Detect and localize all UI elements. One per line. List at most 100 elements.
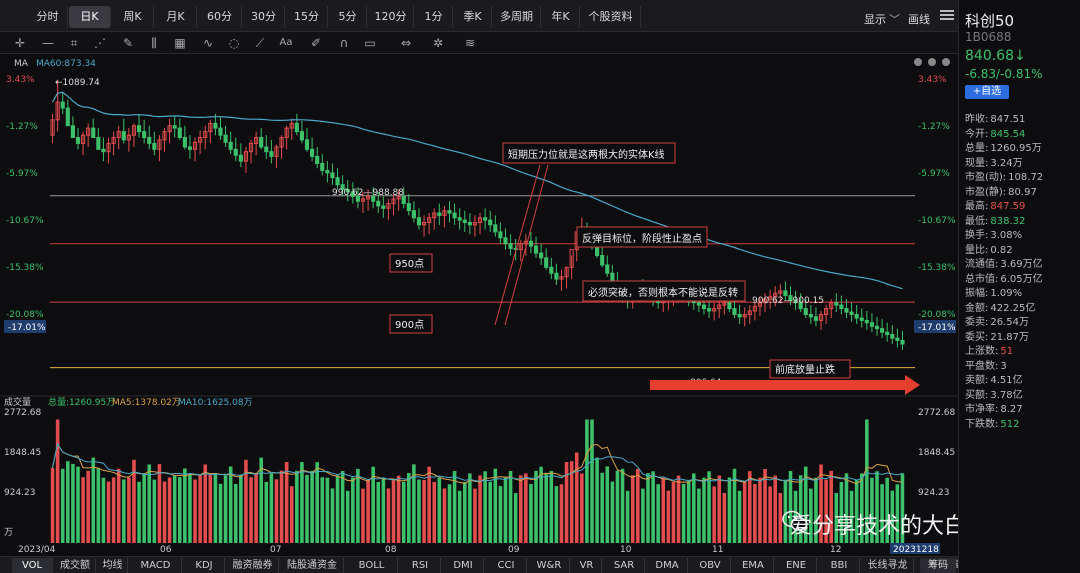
quote-key: 委卖: — [965, 317, 989, 328]
x-tick-label: 10 — [620, 545, 632, 555]
candle-body — [727, 302, 732, 310]
quote-row: 今开: 845.54 — [965, 125, 1025, 140]
period-tab[interactable]: 周K — [112, 6, 154, 28]
indicator-tab[interactable]: W&R — [529, 558, 570, 573]
indicator-tab[interactable]: VR — [572, 558, 602, 573]
quote-row: 下跌数: 512 — [965, 415, 1019, 430]
brush-icon[interactable]: ✎ — [120, 35, 136, 51]
candle-body — [808, 313, 813, 318]
quote-key: 最低: — [965, 215, 989, 227]
volume-bar — [391, 479, 396, 543]
quote-row: 市净率: 8.27 — [965, 400, 1023, 415]
quote-key: 最高: — [965, 201, 989, 212]
indicator-tab[interactable]: 成交额 — [55, 558, 96, 573]
indicator-tab[interactable]: DMI — [443, 558, 484, 573]
period-tab[interactable]: 5分 — [329, 6, 367, 28]
quote-row: 市盈(动): 108.72 — [965, 168, 1043, 183]
volume-bar — [335, 475, 340, 543]
candle-body — [315, 155, 320, 164]
indicator-tab[interactable]: 陆股通资金 — [281, 558, 344, 573]
vol-ma5: MA5:1378.02万 — [112, 398, 181, 408]
candle-body — [803, 308, 808, 315]
gear-icon[interactable]: ✲ — [430, 35, 446, 51]
volume-bar — [361, 488, 365, 543]
candle-body — [467, 221, 472, 226]
menu-icon[interactable] — [940, 8, 954, 22]
add-icon[interactable] — [914, 58, 922, 66]
crosshair-icon[interactable]: ✛ — [12, 35, 28, 51]
volume-bar — [351, 477, 355, 543]
indicator-tab[interactable]: ENE — [776, 558, 817, 573]
period-tab[interactable]: 120分 — [368, 6, 414, 28]
volume-bar — [727, 477, 732, 543]
display-menu[interactable]: 显示 — [864, 11, 886, 27]
candle-body — [335, 177, 340, 186]
close-icon[interactable] — [942, 58, 950, 66]
indicator-tab[interactable]: EMA — [733, 558, 774, 573]
period-tab[interactable]: 月K — [155, 6, 197, 28]
indicator-tab[interactable]: VOL — [12, 558, 53, 573]
period-tab[interactable]: 年K — [542, 6, 580, 28]
quote-key: 现量: — [965, 157, 989, 169]
text-icon[interactable]: Aa — [278, 35, 294, 51]
indicator-tab[interactable]: CCI — [486, 558, 527, 573]
chip-distribution-button[interactable]: 筹码 — [920, 558, 956, 573]
period-tab[interactable]: 30分 — [243, 6, 285, 28]
period-tab[interactable]: 多周期 — [493, 6, 541, 28]
indicator-tab[interactable]: 长线寻龙 — [862, 558, 914, 573]
layers-icon[interactable]: ≋ — [462, 35, 478, 51]
candle-body — [60, 101, 65, 109]
measure-icon[interactable]: ⟋ — [252, 35, 268, 51]
draw-line-button[interactable]: 画线 — [908, 11, 930, 27]
indicator-tab[interactable]: MACD — [130, 558, 182, 573]
grid-icon[interactable]: ▦ — [172, 35, 188, 51]
period-tab[interactable]: 季K — [454, 6, 492, 28]
volume-bar — [295, 470, 299, 543]
indicator-tab[interactable]: BOLL — [346, 558, 398, 573]
period-tab[interactable]: 分时 — [28, 6, 68, 28]
volume-bar — [310, 470, 314, 543]
indicator-tab[interactable]: RSI — [400, 558, 441, 573]
wave-icon[interactable]: ∿ — [200, 35, 216, 51]
candle-body — [121, 131, 126, 141]
swap-icon[interactable]: ⇔ — [398, 35, 414, 51]
quote-key: 量比: — [965, 244, 989, 256]
volume-bar — [193, 479, 197, 543]
indicator-tab[interactable]: DMA — [647, 558, 688, 573]
volume-bar — [407, 473, 411, 543]
period-tab[interactable]: 个股资料 — [581, 6, 641, 28]
pen-icon[interactable]: ✐ — [308, 35, 324, 51]
candle-body — [696, 302, 701, 306]
quote-key: 市盈(静): — [965, 186, 1007, 198]
indicator-tab[interactable]: KDJ — [184, 558, 225, 573]
crop-icon[interactable]: ⌗ — [66, 35, 82, 51]
indicator-tab[interactable]: 均线 — [98, 558, 128, 573]
indicator-tab[interactable]: 融资融券 — [227, 558, 279, 573]
line-icon[interactable]: — — [40, 35, 56, 51]
kline-chart[interactable]: MA MA60:873.343.43% 3.43%-1.27% -1.27%-5.97… — [0, 55, 958, 395]
magnet-icon[interactable]: ∩ — [336, 35, 352, 51]
quote-row: 量比: 0.82 — [965, 241, 1013, 256]
minus-icon[interactable] — [928, 58, 936, 66]
trash-icon[interactable]: ▭ — [362, 35, 378, 51]
period-tab[interactable]: 1分 — [415, 6, 453, 28]
quote-key: 今开: — [965, 128, 989, 140]
add-watchlist-button[interactable]: +自选 — [965, 85, 1009, 99]
bars-icon[interactable]: ⫼ — [146, 35, 162, 51]
chevron-down-icon[interactable]: ﹀ — [889, 11, 900, 27]
period-tab[interactable]: 60分 — [198, 6, 242, 28]
quote-key: 振幅: — [965, 288, 989, 299]
note-box: 反弹目标位，阶段性止盈点 — [576, 226, 708, 248]
price-annotation: 900.62—900.15 — [752, 296, 824, 306]
period-tab[interactable]: 日K — [69, 6, 111, 28]
period-tab[interactable]: 15分 — [286, 6, 328, 28]
candle-body — [549, 266, 554, 274]
indicator-tab[interactable]: BBI — [819, 558, 860, 573]
volume-bar — [610, 481, 615, 543]
circle-icon[interactable]: ◌ — [226, 35, 242, 51]
volume-bar — [666, 490, 671, 543]
indicator-tab[interactable]: SAR — [604, 558, 645, 573]
indicator-tabs: VOL 成交额 均线 MACD KDJ 融资融券 陆股通资金 BOLL RSI DMI CCI W&R… — [0, 556, 1076, 573]
indicator-tab[interactable]: OBV — [690, 558, 731, 573]
fan-icon[interactable]: ⋰ — [92, 35, 108, 51]
